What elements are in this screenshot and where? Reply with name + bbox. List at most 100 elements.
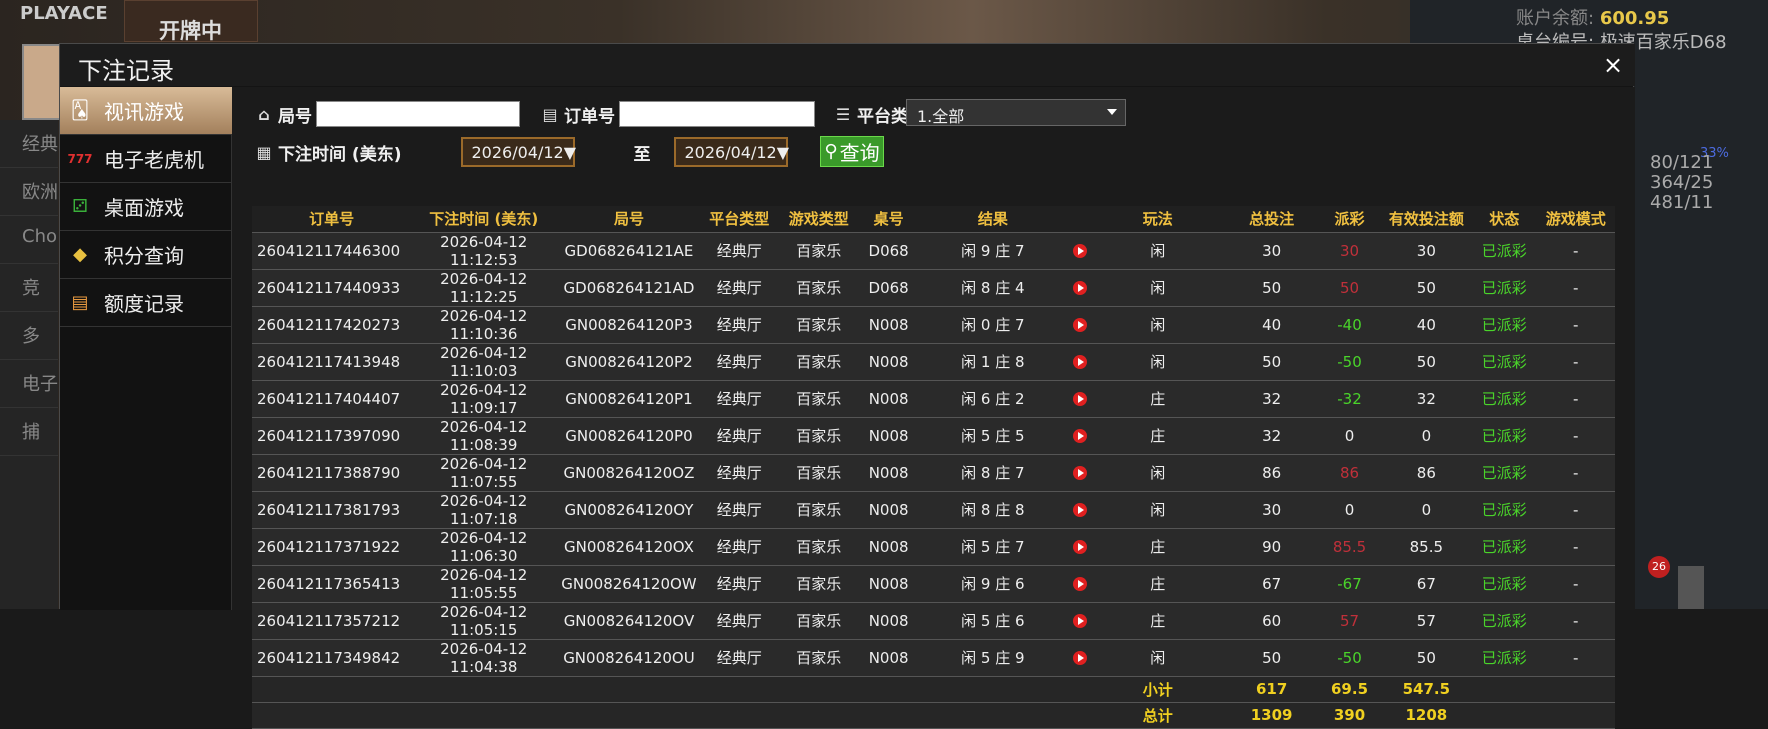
play-video-icon[interactable] (1072, 540, 1087, 554)
bet-record-table: 订单号 下注时间 (美东) 局号 平台类型 游戏类型 桌号 结果 玩法 总投注 … (252, 206, 1615, 729)
col-header: 玩法 (1090, 206, 1225, 233)
close-button[interactable]: × (1600, 52, 1626, 78)
table-cell: 百家乐 (776, 602, 861, 640)
table-cell: 0 (1318, 417, 1381, 455)
table-header-row: 订单号 下注时间 (美东) 局号 平台类型 游戏类型 桌号 结果 玩法 总投注 … (252, 206, 1615, 233)
sidebar-item-slots[interactable]: 777 电子老虎机 (60, 135, 232, 183)
table-cell: 闲 (1090, 454, 1225, 492)
table-cell: 经典厅 (701, 232, 777, 270)
table-cell: 260412117365413 (252, 565, 412, 603)
table-cell: 已派彩 (1472, 380, 1537, 418)
table-cell: 闲 9 庄 7 (916, 232, 1070, 270)
play-video-icon[interactable] (1072, 503, 1087, 517)
table-cell: 2026-04-12 11:07:18 (411, 491, 557, 529)
date-from-picker[interactable]: 2026/04/12▼ (461, 137, 576, 167)
play-video-icon[interactable] (1072, 577, 1087, 591)
replay-cell[interactable] (1069, 565, 1091, 603)
replay-cell[interactable] (1069, 269, 1091, 307)
round-input[interactable] (316, 101, 520, 127)
play-video-icon[interactable] (1072, 392, 1087, 406)
query-button[interactable]: ⚲ 查询 (820, 136, 884, 167)
replay-cell[interactable] (1069, 602, 1091, 640)
platform-select[interactable]: 1.全部 (906, 99, 1126, 126)
order-input[interactable] (619, 101, 815, 127)
sidebar-item-credit[interactable]: ▤ 额度记录 (60, 279, 232, 327)
replay-cell[interactable] (1069, 454, 1091, 492)
table-cell: 闲 0 庄 7 (916, 306, 1070, 344)
table-row: 260412117446300 2026-04-12 11:12:53 GD0682… (252, 232, 1615, 270)
rail-item[interactable]: 欧洲 (0, 168, 58, 216)
rail-item[interactable]: 电子 (0, 360, 58, 408)
cards-icon: 🂡 (70, 100, 90, 121)
table-cell: 2026-04-12 11:09:17 (411, 380, 557, 418)
table-cell: 30 (1224, 232, 1319, 270)
play-video-icon[interactable] (1072, 614, 1087, 628)
table-cell: 260412117357212 (252, 602, 412, 640)
replay-cell[interactable] (1069, 232, 1091, 270)
table-cell: 经典厅 (701, 565, 777, 603)
sidebar-item-label: 视讯游戏 (104, 100, 184, 124)
table-cell: GN008264120P3 (556, 306, 702, 344)
table-cell: 260412117388790 (252, 454, 412, 492)
rail-item[interactable]: 多 (0, 312, 58, 360)
table-cell: 0 (1380, 417, 1472, 455)
sidebar-item-table-games[interactable]: ⚂ 桌面游戏 (60, 183, 232, 231)
table-cell: 90 (1224, 528, 1319, 566)
collapse-tab[interactable] (1678, 566, 1704, 609)
round-status: 开牌中 (124, 0, 258, 43)
table-cell: GN008264120OW (556, 565, 702, 603)
col-header: 桌号 (860, 206, 917, 233)
table-cell: 260412117446300 (252, 232, 412, 270)
replay-cell[interactable] (1069, 306, 1091, 344)
table-cell: 260412117413948 (252, 343, 412, 381)
play-video-icon[interactable] (1072, 651, 1087, 665)
table-cell: 已派彩 (1472, 565, 1537, 603)
table-cell: GN008264120P2 (556, 343, 702, 381)
table-cell: 已派彩 (1472, 528, 1537, 566)
replay-cell[interactable] (1069, 528, 1091, 566)
time-label: 下注时间 (美东) (278, 144, 402, 165)
col-header: 游戏类型 (776, 206, 861, 233)
replay-cell[interactable] (1069, 380, 1091, 418)
replay-cell[interactable] (1069, 491, 1091, 529)
replay-cell[interactable] (1069, 417, 1091, 455)
table-cell: 闲 (1090, 269, 1225, 307)
table-cell: - (1536, 343, 1615, 381)
sidebar-item-points[interactable]: ◆ 积分查询 (60, 231, 232, 279)
table-cell: 经典厅 (701, 380, 777, 418)
table-cell: 百家乐 (776, 417, 861, 455)
table-cell: 百家乐 (776, 454, 861, 492)
rail-item[interactable]: 竞 (0, 264, 58, 312)
replay-cell[interactable] (1069, 639, 1091, 677)
table-cell: 经典厅 (701, 269, 777, 307)
table-cell: 经典厅 (701, 306, 777, 344)
col-header: 订单号 (252, 206, 412, 233)
rail-item[interactable]: 经典 (0, 120, 58, 168)
table-cell: - (1536, 528, 1615, 566)
table-cell: 百家乐 (776, 639, 861, 677)
table-cell: 已派彩 (1472, 306, 1537, 344)
table-cell: 经典厅 (701, 528, 777, 566)
play-video-icon[interactable] (1072, 281, 1087, 295)
table-cell: 260412117371922 (252, 528, 412, 566)
rail-item[interactable]: 捕 (0, 408, 58, 456)
table-cell: GN008264120OX (556, 528, 702, 566)
play-video-icon[interactable] (1072, 244, 1087, 258)
spacer-cell (1536, 676, 1615, 703)
table-cell: 闲 8 庄 7 (916, 454, 1070, 492)
rail-item[interactable]: Cho (0, 216, 58, 264)
table-row: 260412117365413 2026-04-12 11:05:55 GN0082… (252, 565, 1615, 603)
grandtotal-label: 总计 (1090, 702, 1225, 729)
calendar-icon: ▦ (256, 142, 272, 162)
search-icon: ⚲ (824, 141, 838, 162)
spacer-cell (1472, 702, 1537, 729)
play-video-icon[interactable] (1072, 355, 1087, 369)
replay-cell[interactable] (1069, 343, 1091, 381)
table-cell: 闲 1 庄 8 (916, 343, 1070, 381)
record-category-sidebar: 🂡 视讯游戏 777 电子老虎机 ⚂ 桌面游戏 ◆ 积分查询 ▤ 额度记录 (60, 87, 246, 610)
sidebar-item-live-games[interactable]: 🂡 视讯游戏 (60, 87, 246, 135)
date-to-picker[interactable]: 2026/04/12▼ (674, 137, 789, 167)
play-video-icon[interactable] (1072, 466, 1087, 480)
play-video-icon[interactable] (1072, 429, 1087, 443)
play-video-icon[interactable] (1072, 318, 1087, 332)
